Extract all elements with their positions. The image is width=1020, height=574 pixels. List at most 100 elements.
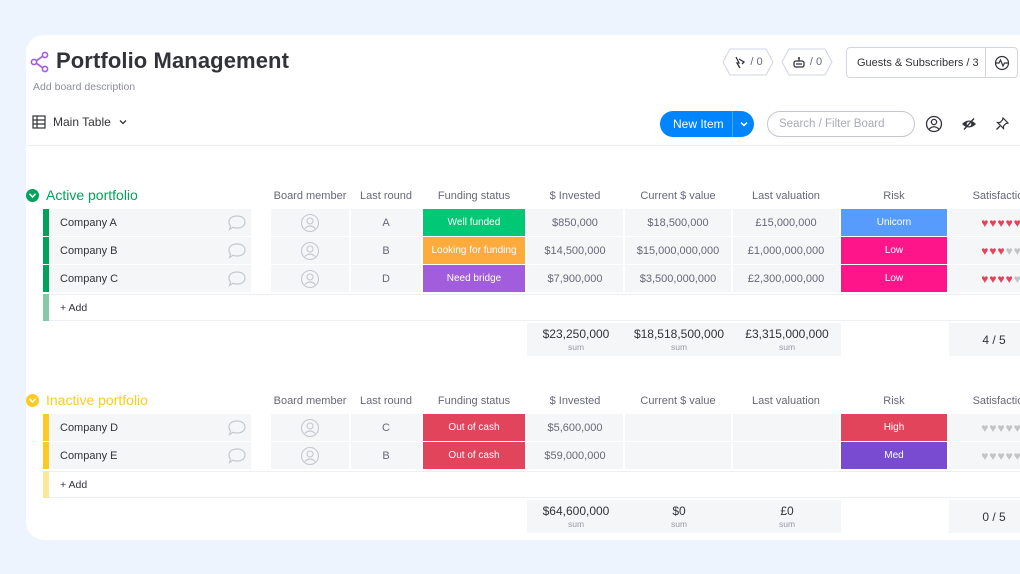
comment-bubble-icon[interactable] [227,242,247,262]
main-table-tab[interactable]: Main Table [32,115,128,129]
activity-log-button[interactable] [985,48,1017,77]
risk-cell[interactable]: Med [841,442,947,469]
collapse-group-icon[interactable] [26,189,39,202]
heart-icon[interactable]: ♥ [1014,216,1020,230]
comment-bubble-icon[interactable] [227,419,247,439]
column-header[interactable]: Risk [841,395,947,407]
integrations-button[interactable]: / 0 [781,48,833,76]
last-round-cell[interactable]: B [351,442,421,469]
heart-icon[interactable]: ♥ [997,449,1004,463]
last-round-cell[interactable]: D [351,265,421,292]
heart-icon[interactable]: ♥ [997,272,1004,286]
group-title[interactable]: Active portfolio [46,187,138,203]
last-round-cell[interactable]: C [351,414,421,441]
heart-icon[interactable]: ♥ [981,272,988,286]
heart-icon[interactable]: ♥ [989,216,996,230]
heart-icon[interactable]: ♥ [1006,244,1013,258]
hide-columns-button[interactable] [959,114,979,134]
board-member-cell[interactable] [271,442,349,469]
last-valuation-cell[interactable] [733,414,839,441]
heart-icon[interactable]: ♥ [989,421,996,435]
column-header[interactable]: Current $ value [625,190,731,202]
heart-icon[interactable]: ♥ [1006,272,1013,286]
funding-status-cell[interactable]: Out of cash [423,442,525,469]
funding-status-cell[interactable]: Looking for funding [423,237,525,264]
column-header[interactable]: $ Invested [527,190,623,202]
board-description[interactable]: Add board description [33,81,135,93]
column-header[interactable]: Board member [271,395,349,407]
column-header[interactable]: Last round [351,190,421,202]
heart-icon[interactable]: ♥ [1006,449,1013,463]
comment-bubble-icon[interactable] [227,214,247,234]
funding-status-cell[interactable]: Need bridge [423,265,525,292]
board-member-cell[interactable] [271,237,349,264]
table-row[interactable]: Company A A Well funded $850,000 $18,500,000… [43,209,1020,236]
column-header[interactable]: Last valuation [733,395,839,407]
invested-cell[interactable]: $5,600,000 [527,414,623,441]
last-valuation-cell[interactable]: £15,000,000 [733,209,839,236]
item-name-cell[interactable]: Company D [49,414,251,441]
table-row[interactable]: Company B B Looking for funding $14,500,000… [43,237,1020,264]
column-header[interactable]: Satisfaction [949,190,1020,202]
satisfaction-rating[interactable]: ♥ ♥ ♥ ♥ ♥ [949,265,1020,292]
satisfaction-rating[interactable]: ♥ ♥ ♥ ♥ ♥ [949,414,1020,441]
chevron-down-icon[interactable] [118,117,128,127]
invested-cell[interactable]: $14,500,000 [527,237,623,264]
column-header[interactable]: Last round [351,395,421,407]
column-header[interactable]: Current $ value [625,395,731,407]
satisfaction-rating[interactable]: ♥ ♥ ♥ ♥ ♥ [949,442,1020,469]
pin-button[interactable] [992,114,1012,134]
column-header[interactable]: Board member [271,190,349,202]
heart-icon[interactable]: ♥ [989,449,996,463]
last-valuation-cell[interactable] [733,442,839,469]
column-header[interactable]: Satisfaction [949,395,1020,407]
heart-icon[interactable]: ♥ [997,421,1004,435]
person-filter-button[interactable] [924,114,944,134]
heart-icon[interactable]: ♥ [997,216,1004,230]
board-member-cell[interactable] [271,265,349,292]
guests-subscribers-button[interactable]: Guests & Subscribers / 3 [846,47,1018,78]
table-row[interactable]: Company E B Out of cash $59,000,000 Med ♥ ♥ ♥ ♥ ♥ [43,442,1020,469]
risk-cell[interactable]: Low [841,265,947,292]
heart-icon[interactable]: ♥ [997,244,1004,258]
column-header[interactable]: Risk [841,190,947,202]
heart-icon[interactable]: ♥ [989,244,996,258]
board-member-cell[interactable] [271,414,349,441]
last-valuation-cell[interactable]: £1,000,000,000 [733,237,839,264]
last-round-cell[interactable]: B [351,237,421,264]
item-name-cell[interactable]: Company B [49,237,251,264]
comment-bubble-icon[interactable] [227,447,247,467]
table-row[interactable]: Company D C Out of cash $5,600,000 High ♥ ♥ ♥ ♥ ♥ [43,414,1020,441]
activity-button[interactable]: / 0 [722,48,774,76]
item-name-cell[interactable]: Company C [49,265,251,292]
item-name-cell[interactable]: Company A [49,209,251,236]
heart-icon[interactable]: ♥ [981,449,988,463]
heart-icon[interactable]: ♥ [1014,421,1020,435]
group-title[interactable]: Inactive portfolio [46,392,148,408]
item-name-cell[interactable]: Company E [49,442,251,469]
heart-icon[interactable]: ♥ [981,244,988,258]
heart-icon[interactable]: ♥ [981,421,988,435]
add-item-row[interactable]: + Add [43,471,1020,498]
collapse-group-icon[interactable] [26,394,39,407]
table-row[interactable]: Company C D Need bridge $7,900,000 $3,500,00… [43,265,1020,292]
heart-icon[interactable]: ♥ [1014,449,1020,463]
current-value-cell[interactable] [625,442,731,469]
heart-icon[interactable]: ♥ [1014,244,1020,258]
column-header[interactable]: Last valuation [733,190,839,202]
board-member-cell[interactable] [271,209,349,236]
heart-icon[interactable]: ♥ [1006,216,1013,230]
column-header[interactable]: Funding status [423,190,525,202]
current-value-cell[interactable]: $3,500,000,000 [625,265,731,292]
board-title[interactable]: Portfolio Management [56,48,289,74]
column-header[interactable]: $ Invested [527,395,623,407]
funding-status-cell[interactable]: Well funded [423,209,525,236]
satisfaction-rating[interactable]: ♥ ♥ ♥ ♥ ♥ [949,237,1020,264]
invested-cell[interactable]: $850,000 [527,209,623,236]
add-item-input[interactable]: + Add [49,471,519,498]
heart-icon[interactable]: ♥ [989,272,996,286]
risk-cell[interactable]: Low [841,237,947,264]
invested-cell[interactable]: $59,000,000 [527,442,623,469]
heart-icon[interactable]: ♥ [1006,421,1013,435]
column-header[interactable]: Funding status [423,395,525,407]
